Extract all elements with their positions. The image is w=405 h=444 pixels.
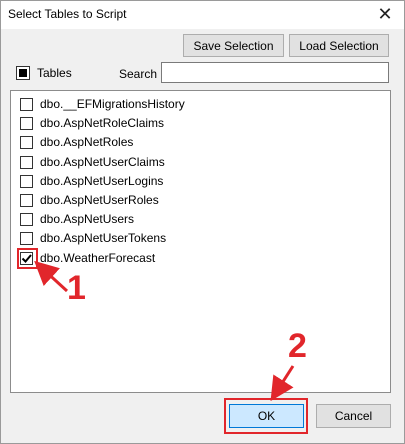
arrow-to-checkbox — [34, 260, 69, 293]
arrow-to-ok — [270, 365, 295, 402]
annotation-arrows — [34, 260, 295, 402]
dialog-window: Select Tables to Script ✕ Save Selection… — [0, 0, 405, 444]
